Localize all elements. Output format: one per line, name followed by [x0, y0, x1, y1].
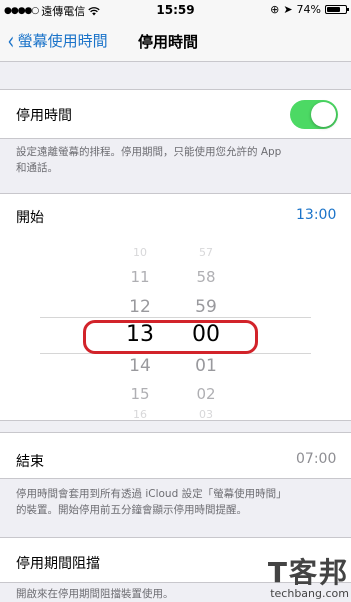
- minute-option[interactable]: 01: [176, 356, 236, 376]
- divider: [0, 478, 351, 479]
- minute-option[interactable]: 57: [176, 246, 236, 259]
- end-footnote: 停用時間會套用到所有透過 iCloud 設定「螢幕使用時間」 的裝置。開始停用前…: [16, 486, 287, 518]
- battery-icon: [325, 5, 349, 14]
- location-icon: ➤: [283, 3, 293, 16]
- divider: [0, 432, 351, 433]
- minute-option[interactable]: 02: [176, 385, 236, 403]
- picker-selection-line-top: [40, 317, 311, 318]
- battery-fill: [327, 7, 340, 12]
- highlight-annotation: [83, 320, 258, 354]
- status-right: ⊕ ➤ 74%: [270, 3, 349, 16]
- status-bar: ●●●●○ 遠傳電信 15:59 ⊕ ➤ 74%: [0, 0, 351, 20]
- battery-percent: 74%: [296, 3, 321, 16]
- hour-option[interactable]: 15: [110, 385, 170, 403]
- watermark-url: techbang.com: [270, 587, 349, 600]
- downtime-footnote-line1: 設定遠離螢幕的排程。停用期間，只能使用您允許的 App: [16, 146, 282, 158]
- hour-option[interactable]: 14: [110, 356, 170, 376]
- hour-option[interactable]: 10: [110, 246, 170, 259]
- minute-option[interactable]: 59: [176, 297, 236, 317]
- start-label: 開始: [16, 210, 44, 226]
- downtime-footnote: 設定遠離螢幕的排程。停用期間，只能使用您允許的 App 和通話。: [16, 144, 281, 176]
- block-label: 停用期間阻擋: [16, 556, 100, 572]
- minute-option[interactable]: 58: [176, 268, 236, 286]
- end-footnote-line2: 的裝置。開始停用前五分鐘會顯示停用時間提醒。: [16, 504, 247, 516]
- hour-option[interactable]: 12: [110, 297, 170, 317]
- hour-option[interactable]: 11: [110, 268, 170, 286]
- hour-option[interactable]: 16: [110, 408, 170, 420]
- divider: [0, 420, 351, 421]
- downtime-label: 停用時間: [16, 108, 72, 124]
- back-button[interactable]: ‹ 螢幕使用時間: [6, 26, 108, 55]
- divider: [0, 138, 351, 139]
- watermark-title: T客邦: [267, 556, 349, 589]
- orientation-lock-icon: ⊕: [270, 3, 280, 16]
- end-label: 結束: [16, 454, 44, 470]
- start-value[interactable]: 13:00: [296, 207, 336, 223]
- downtime-footnote-line2: 和通話。: [16, 162, 58, 174]
- toggle-knob: [311, 102, 336, 127]
- page-title: 停用時間: [138, 33, 199, 51]
- watermark-logo: T客邦 techbang.com: [268, 558, 349, 600]
- downtime-toggle[interactable]: [290, 100, 338, 129]
- end-footnote-line1: 停用時間會套用到所有透過 iCloud 設定「螢幕使用時間」: [16, 488, 287, 500]
- nav-bar: ‹ 螢幕使用時間 停用時間: [0, 20, 351, 62]
- back-label: 螢幕使用時間: [17, 32, 108, 50]
- chevron-left-icon: ‹: [7, 26, 15, 55]
- minute-option[interactable]: 03: [176, 408, 236, 420]
- end-value[interactable]: 07:00: [296, 451, 336, 467]
